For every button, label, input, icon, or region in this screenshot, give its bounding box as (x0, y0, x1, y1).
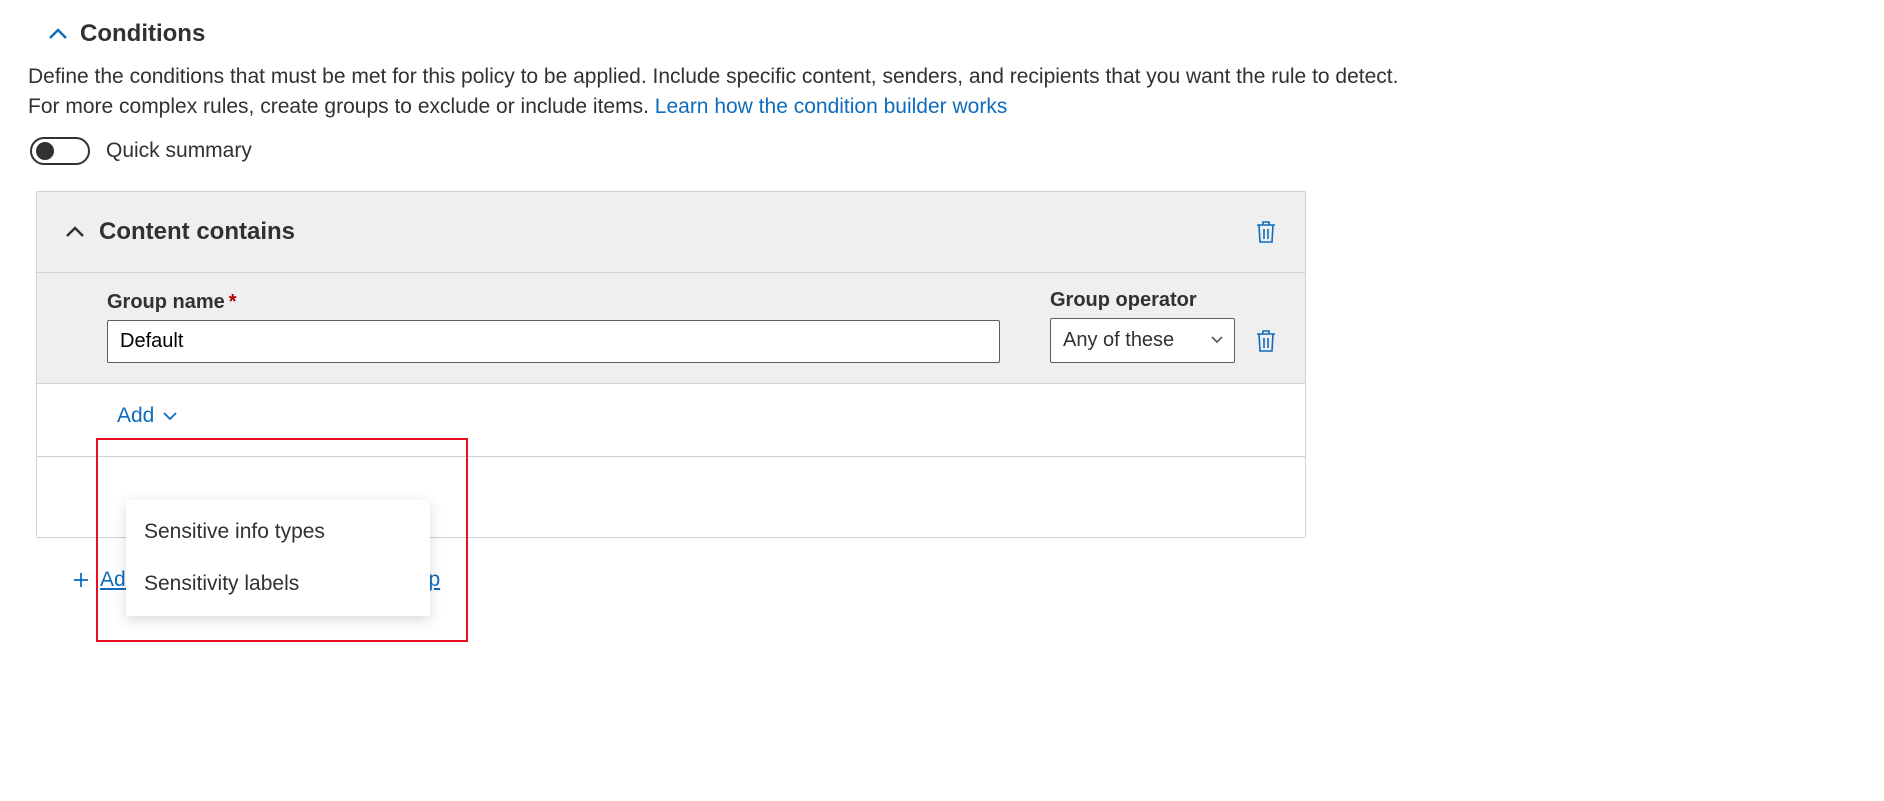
panel-header: Content contains (37, 192, 1305, 273)
section-description: Define the conditions that must be met f… (28, 62, 1428, 123)
panel-collapse-icon[interactable] (65, 225, 85, 239)
group-row: Group name* Group operator Any of these (37, 273, 1305, 384)
section-title: Conditions (80, 20, 205, 48)
add-row: Add (37, 384, 1305, 457)
learn-link[interactable]: Learn how the condition builder works (655, 95, 1008, 118)
group-name-input[interactable] (107, 320, 1000, 363)
panel-title: Content contains (99, 218, 295, 246)
group-name-label: Group name* (107, 291, 1000, 314)
plus-icon (72, 571, 90, 589)
delete-group-button[interactable] (1255, 329, 1277, 353)
required-marker: * (229, 291, 237, 313)
add-dropdown-menu: Sensitive info types Sensitivity labels (126, 500, 430, 616)
content-contains-panel: Content contains Group name* (36, 191, 1306, 538)
toggle-knob (36, 142, 54, 160)
quick-summary-label: Quick summary (106, 139, 252, 163)
delete-panel-button[interactable] (1255, 220, 1277, 244)
operator-label: Group operator (1050, 289, 1235, 312)
menu-item-sensitivity-labels[interactable]: Sensitivity labels (126, 558, 430, 610)
chevron-down-icon (1210, 335, 1224, 345)
collapse-icon[interactable] (48, 27, 68, 41)
quick-summary-toggle[interactable] (30, 137, 90, 165)
menu-item-sensitive-info-types[interactable]: Sensitive info types (126, 506, 430, 558)
add-button[interactable]: Add (117, 404, 178, 428)
group-operator-select[interactable]: Any of these (1050, 318, 1235, 363)
operator-value: Any of these (1063, 329, 1174, 352)
chevron-down-icon (162, 410, 178, 422)
add-label: Add (117, 404, 154, 428)
